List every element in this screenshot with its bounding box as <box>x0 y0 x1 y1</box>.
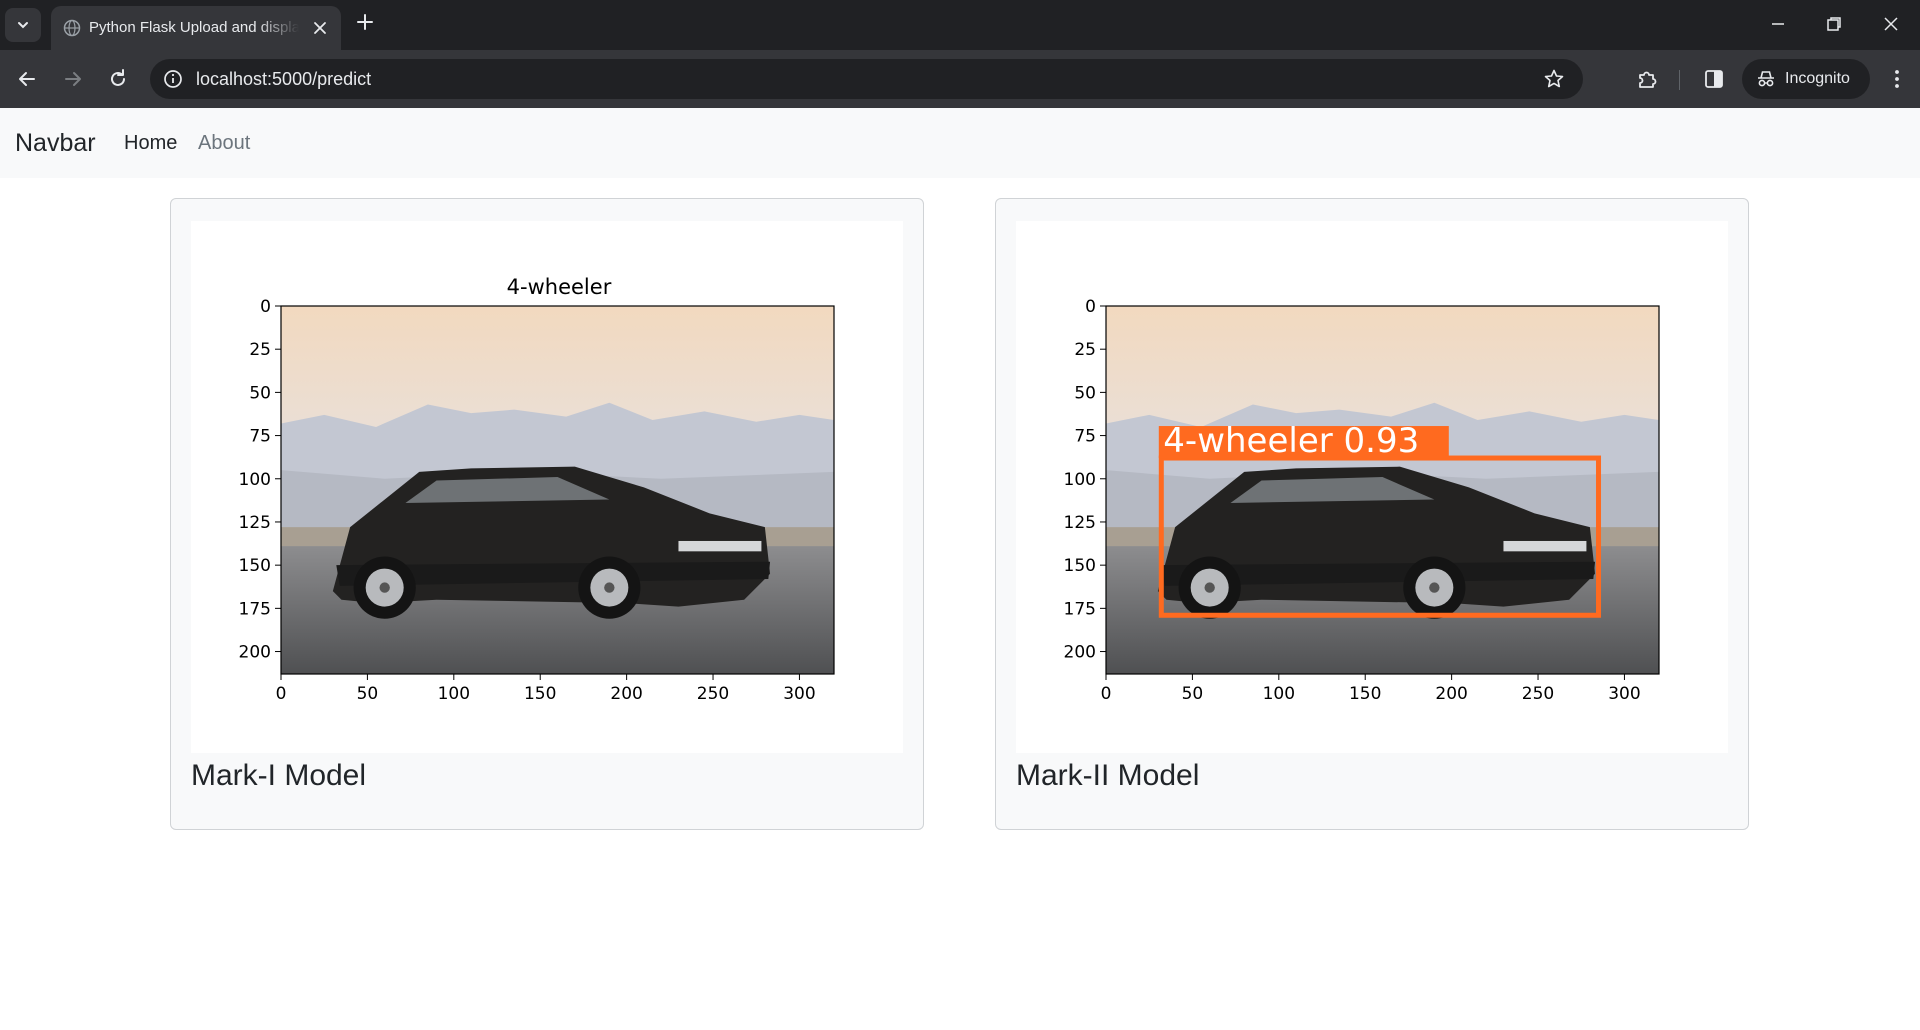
incognito-badge[interactable]: Incognito <box>1742 59 1870 99</box>
detection-label: 4-wheeler 0.93 <box>1163 421 1419 461</box>
extensions-puzzle-icon[interactable] <box>1635 66 1661 92</box>
model-card-mark-i: 4-wheeler 0 50 100 150 200 250 300 0 25 50 75 100 12… <box>170 198 924 830</box>
x-tick-label: 50 <box>1182 684 1204 704</box>
site-navbar: Navbar Home About <box>0 108 1920 178</box>
navbar-brand[interactable]: Navbar <box>15 108 96 178</box>
plot-figure: 4-wheeler 0 50 100 150 200 250 300 0 25 50 75 100 12… <box>239 275 835 704</box>
y-tick-label: 100 <box>1064 470 1096 490</box>
close-icon[interactable] <box>311 19 329 37</box>
y-tick-label: 175 <box>1064 599 1096 619</box>
x-tick-label: 250 <box>697 684 729 704</box>
back-arrow-icon[interactable] <box>14 66 40 92</box>
tab-title: Python Flask Upload and display image <box>89 19 299 36</box>
y-tick-label: 75 <box>1074 427 1096 447</box>
x-tick-label: 100 <box>438 684 470 704</box>
y-tick-label: 150 <box>239 556 271 576</box>
x-tick-label: 50 <box>357 684 379 704</box>
plot-figure: 4-wheeler 0.93 0 50 100 150 200 250 300 0 25 50 75… <box>1064 297 1660 704</box>
card-caption: Mark-II Model <box>1016 759 1200 792</box>
bookmark-star-icon[interactable] <box>1543 68 1565 90</box>
browser-tab[interactable]: Python Flask Upload and display image <box>51 6 341 50</box>
prediction-plot: 4-wheeler 0.93 0 50 100 150 200 250 300 0 25 50 75… <box>1016 221 1728 753</box>
car-photo <box>1106 306 1659 674</box>
y-tick-label: 150 <box>1064 556 1096 576</box>
x-tick-label: 0 <box>276 684 287 704</box>
y-tick-label: 50 <box>1074 383 1096 403</box>
card-caption: Mark-I Model <box>191 759 367 792</box>
y-tick-label: 175 <box>239 599 271 619</box>
incognito-icon <box>1758 71 1774 87</box>
plot-title: 4-wheeler <box>507 275 612 299</box>
site-info-icon[interactable] <box>162 68 184 90</box>
x-tick-label: 250 <box>1522 684 1554 704</box>
incognito-label: Incognito <box>1785 70 1850 87</box>
y-tick-label: 50 <box>249 383 271 403</box>
y-tick-label: 200 <box>239 643 271 663</box>
side-panel-icon[interactable] <box>1701 66 1727 92</box>
window-close-icon[interactable] <box>1880 13 1902 35</box>
prediction-plot: 4-wheeler 0 50 100 150 200 250 300 0 25 50 75 100 12… <box>191 221 903 753</box>
url-text[interactable]: localhost:5000/predict <box>196 59 371 99</box>
x-tick-label: 150 <box>524 684 556 704</box>
tab-search-button[interactable] <box>5 8 41 42</box>
restore-icon[interactable] <box>1823 13 1845 35</box>
x-tick-label: 200 <box>1435 684 1467 704</box>
y-tick-label: 200 <box>1064 643 1096 663</box>
y-tick-label: 75 <box>249 427 271 447</box>
y-tick-label: 125 <box>239 513 271 533</box>
more-menu-icon[interactable] <box>1884 66 1910 92</box>
chevron-down-icon <box>18 22 28 29</box>
browser-tab-strip: Python Flask Upload and display image <box>0 0 1920 50</box>
nav-link-home[interactable]: Home <box>124 108 177 178</box>
model-card-mark-ii: 4-wheeler 0.93 0 50 100 150 200 250 300 0 25 50 75… <box>995 198 1749 830</box>
globe-icon <box>63 19 81 37</box>
y-tick-label: 125 <box>1064 513 1096 533</box>
x-tick-label: 150 <box>1349 684 1381 704</box>
y-tick-label: 25 <box>249 340 271 360</box>
x-tick-label: 0 <box>1101 684 1112 704</box>
forward-arrow-icon[interactable] <box>60 66 86 92</box>
car-photo <box>281 306 834 674</box>
x-tick-label: 200 <box>610 684 642 704</box>
y-tick-label: 25 <box>1074 340 1096 360</box>
x-tick-label: 300 <box>783 684 815 704</box>
toolbar-divider <box>1679 70 1680 90</box>
y-tick-label: 0 <box>1085 297 1096 317</box>
y-tick-label: 100 <box>239 470 271 490</box>
x-tick-label: 300 <box>1608 684 1640 704</box>
minimize-icon[interactable] <box>1767 13 1789 35</box>
nav-link-about[interactable]: About <box>198 108 250 178</box>
reload-icon[interactable] <box>105 66 131 92</box>
x-tick-label: 100 <box>1263 684 1295 704</box>
browser-toolbar: localhost:5000/predict Incognito <box>0 50 1920 108</box>
address-bar[interactable]: localhost:5000/predict <box>150 59 1583 99</box>
y-tick-label: 0 <box>260 297 271 317</box>
plus-icon[interactable] <box>355 12 375 32</box>
